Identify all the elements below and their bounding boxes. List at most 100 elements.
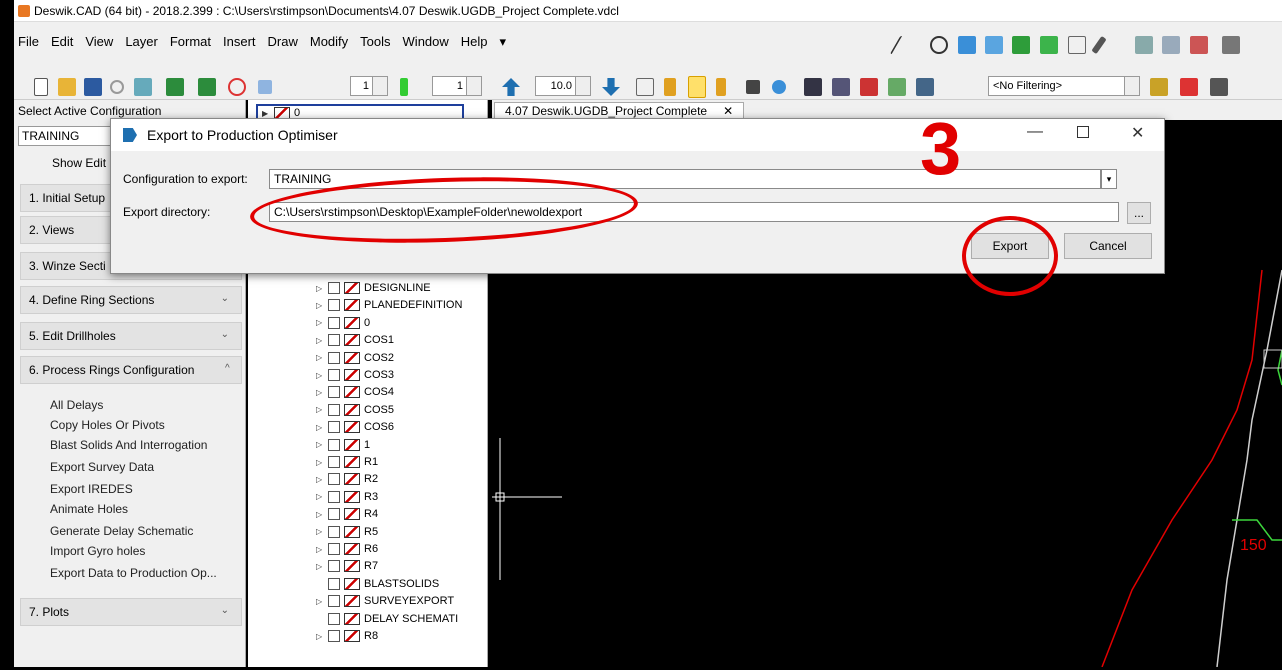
zoom-icon[interactable] bbox=[930, 36, 948, 54]
cancel-button[interactable]: Cancel bbox=[1064, 233, 1152, 259]
layer-checkbox[interactable] bbox=[328, 438, 340, 451]
expand-icon[interactable]: ▷ bbox=[316, 440, 324, 449]
layer-checkbox[interactable] bbox=[328, 595, 340, 608]
layer-row[interactable]: DELAY SCHEMATI bbox=[316, 610, 458, 628]
view-icon[interactable] bbox=[958, 36, 976, 54]
spin-2[interactable]: 1 bbox=[432, 76, 482, 96]
layer-checkbox[interactable] bbox=[328, 316, 340, 329]
section-process-rings[interactable]: 6. Process Rings Configuration ^ bbox=[20, 356, 242, 384]
menu-modify[interactable]: Modify bbox=[310, 34, 348, 50]
show-edit-toggle[interactable]: Show Edit bbox=[52, 156, 106, 170]
print-icon[interactable] bbox=[134, 78, 152, 96]
layer-checkbox[interactable] bbox=[328, 490, 340, 503]
spin-1[interactable]: 1 bbox=[350, 76, 388, 96]
layer-row[interactable]: ▷ DESIGNLINE bbox=[316, 279, 431, 297]
pan-icon[interactable] bbox=[1012, 36, 1030, 54]
filter-select-icon[interactable] bbox=[916, 78, 934, 96]
layer-row[interactable]: ▷ R1 bbox=[316, 453, 378, 471]
layer-row[interactable]: ▷ COS4 bbox=[316, 383, 394, 401]
target-icon[interactable] bbox=[228, 78, 246, 96]
layer-row[interactable]: ▷ 1 bbox=[316, 436, 370, 454]
menu-edit[interactable]: Edit bbox=[51, 34, 73, 50]
expand-icon[interactable]: ▷ bbox=[316, 388, 324, 397]
config-select[interactable]: TRAINING bbox=[18, 126, 114, 146]
color-icon[interactable] bbox=[258, 80, 272, 94]
layer-row[interactable]: ▷ R7 bbox=[316, 557, 378, 575]
open-icon[interactable] bbox=[58, 78, 76, 96]
menu-insert[interactable]: Insert bbox=[223, 34, 256, 50]
item-delay-schematic[interactable]: Generate Delay Schematic bbox=[50, 524, 193, 538]
expand-icon[interactable]: ▷ bbox=[316, 492, 324, 501]
section-define-ring[interactable]: 4. Define Ring Sections ⌄ bbox=[20, 286, 242, 314]
expand-icon[interactable]: ▷ bbox=[316, 527, 324, 536]
filter-x-icon[interactable] bbox=[804, 78, 822, 96]
layer-row[interactable]: ▷ SURVEYEXPORT bbox=[316, 592, 454, 610]
layer-checkbox[interactable] bbox=[328, 612, 340, 625]
marker-icon[interactable] bbox=[716, 78, 726, 96]
filter-y-icon[interactable] bbox=[832, 78, 850, 96]
section-edit-drillholes[interactable]: 5. Edit Drillholes ⌄ bbox=[20, 322, 242, 350]
filter-remove-icon[interactable] bbox=[860, 78, 878, 96]
filter-apply-icon[interactable] bbox=[1150, 78, 1168, 96]
layer-row[interactable]: ▷ COS2 bbox=[316, 349, 394, 367]
rotate-icon[interactable] bbox=[1040, 36, 1058, 54]
layer-checkbox[interactable] bbox=[328, 334, 340, 347]
layer-row[interactable]: ▷ COS1 bbox=[316, 331, 394, 349]
filter-edit-icon[interactable] bbox=[1210, 78, 1228, 96]
layer-new-icon[interactable] bbox=[198, 78, 216, 96]
layer-row[interactable]: ▷ PLANEDEFINITION bbox=[316, 296, 462, 314]
expand-icon[interactable]: ▷ bbox=[316, 318, 324, 327]
chevron-down-icon[interactable]: ▾ bbox=[1101, 169, 1117, 189]
minimize-icon[interactable]: — bbox=[1027, 123, 1043, 141]
layer-row[interactable]: ▷ R5 bbox=[316, 523, 378, 541]
menu-format[interactable]: Format bbox=[170, 34, 211, 50]
menu-draw[interactable]: Draw bbox=[268, 34, 298, 50]
filter-clear-icon[interactable] bbox=[1180, 78, 1198, 96]
expand-icon[interactable]: ▷ bbox=[316, 301, 324, 310]
tag-icon[interactable] bbox=[664, 78, 676, 96]
select-icon[interactable] bbox=[1068, 36, 1086, 54]
layer-row[interactable]: ▷ R2 bbox=[316, 470, 378, 488]
expand-icon[interactable]: ▷ bbox=[316, 632, 324, 641]
layer-checkbox[interactable] bbox=[328, 299, 340, 312]
filter-sum-icon[interactable] bbox=[888, 78, 906, 96]
expand-icon[interactable]: ▷ bbox=[316, 597, 324, 606]
expand-icon[interactable]: ▷ bbox=[316, 423, 324, 432]
item-all-delays[interactable]: All Delays bbox=[50, 398, 103, 412]
layer-row[interactable]: ▷ 0 bbox=[316, 314, 370, 332]
layer-checkbox[interactable] bbox=[328, 351, 340, 364]
layer-row[interactable]: ▷ R3 bbox=[316, 488, 378, 506]
menu-help[interactable]: Help bbox=[461, 34, 488, 50]
expand-icon[interactable]: ▷ bbox=[316, 510, 324, 519]
expand-icon[interactable]: ▷ bbox=[316, 458, 324, 467]
menu-file[interactable]: File bbox=[18, 34, 39, 50]
line-weight-icon[interactable] bbox=[400, 78, 408, 96]
layer-add-icon[interactable] bbox=[166, 78, 184, 96]
layer-checkbox[interactable] bbox=[328, 456, 340, 468]
layer-checkbox[interactable] bbox=[328, 386, 340, 399]
expand-icon[interactable]: ▷ bbox=[316, 284, 324, 293]
item-blast-solids[interactable]: Blast Solids And Interrogation bbox=[50, 438, 207, 452]
layer-row[interactable]: ▷ COS5 bbox=[316, 401, 394, 419]
menu-view[interactable]: View bbox=[85, 34, 113, 50]
browse-button[interactable]: ... bbox=[1127, 202, 1151, 224]
menu-window[interactable]: Window bbox=[403, 34, 449, 50]
item-export-production[interactable]: Export Data to Production Op... bbox=[50, 566, 217, 580]
layer-checkbox[interactable] bbox=[328, 577, 340, 590]
expand-icon[interactable]: ▷ bbox=[316, 475, 324, 484]
layer-checkbox[interactable] bbox=[328, 403, 340, 416]
surface-icon[interactable] bbox=[772, 80, 786, 94]
menu-tools[interactable]: Tools bbox=[360, 34, 390, 50]
undo-icon[interactable] bbox=[110, 80, 124, 94]
layer-checkbox[interactable] bbox=[328, 369, 340, 381]
section-plots[interactable]: 7. Plots ⌄ bbox=[20, 598, 242, 626]
solid-icon[interactable] bbox=[746, 80, 760, 94]
frame-icon[interactable] bbox=[636, 78, 654, 96]
snap2-icon[interactable] bbox=[1162, 36, 1180, 54]
expand-icon[interactable]: ▷ bbox=[316, 405, 324, 414]
layer-row[interactable]: ▷ R6 bbox=[316, 540, 378, 558]
filter-select[interactable]: <No Filtering> bbox=[988, 76, 1140, 96]
view-3d-icon[interactable] bbox=[985, 36, 1003, 54]
menu-layer[interactable]: Layer bbox=[125, 34, 158, 50]
save-icon[interactable] bbox=[84, 78, 102, 96]
